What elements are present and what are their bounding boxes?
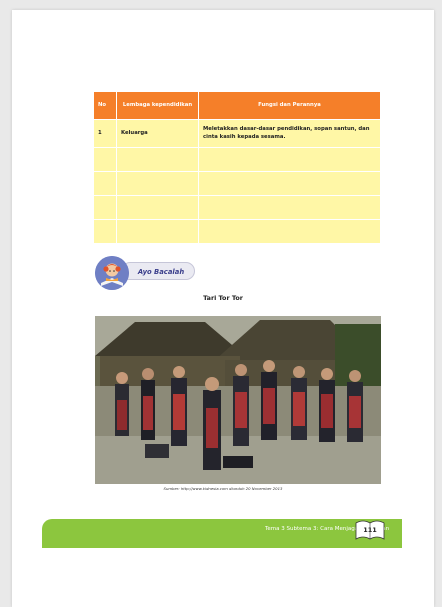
table-row: 1 Keluarga Meletakkan dasar-dasar pendid… [93, 119, 381, 148]
page-number: 111 [363, 526, 377, 534]
ayo-bacalah-label: Ayo Bacalah [121, 262, 195, 280]
cell-function: Meletakkan dasar-dasar pendidikan, sopan… [198, 119, 381, 148]
page-number-badge: 111 [354, 518, 386, 542]
cell-institution[interactable] [116, 195, 199, 220]
cell-function[interactable] [198, 219, 381, 244]
cell-institution[interactable] [116, 171, 199, 196]
cell-institution: Keluarga [116, 119, 199, 148]
footer-band [42, 519, 402, 548]
ayo-bacalah-badge: Ayo Bacalah [95, 255, 205, 293]
table-row [93, 195, 381, 220]
cell-no[interactable] [93, 171, 117, 196]
cell-no[interactable] [93, 219, 117, 244]
table-row [93, 171, 381, 196]
cell-institution[interactable] [116, 147, 199, 172]
header-function: Fungsi dan Perannya [198, 91, 381, 120]
reading-title: Tari Tor Tor [203, 294, 243, 302]
cell-function[interactable] [198, 171, 381, 196]
cell-no[interactable] [93, 147, 117, 172]
cell-function[interactable] [198, 147, 381, 172]
reading-child-icon [95, 256, 129, 290]
tor-tor-dance-photo [95, 316, 381, 484]
header-institution: Lembaga kependidikan [116, 91, 199, 120]
table-header-row: No Lembaga kependidikan Fungsi dan Peran… [93, 91, 381, 120]
table-row [93, 219, 381, 244]
cell-no: 1 [93, 119, 117, 148]
cell-institution[interactable] [116, 219, 199, 244]
photo-caption: Sumber: http://www.kidnesia.com diunduh … [163, 486, 283, 491]
header-no: No [93, 91, 117, 120]
institution-table: No Lembaga kependidikan Fungsi dan Peran… [93, 91, 381, 244]
cell-no[interactable] [93, 195, 117, 220]
table-row [93, 147, 381, 172]
cell-function[interactable] [198, 195, 381, 220]
